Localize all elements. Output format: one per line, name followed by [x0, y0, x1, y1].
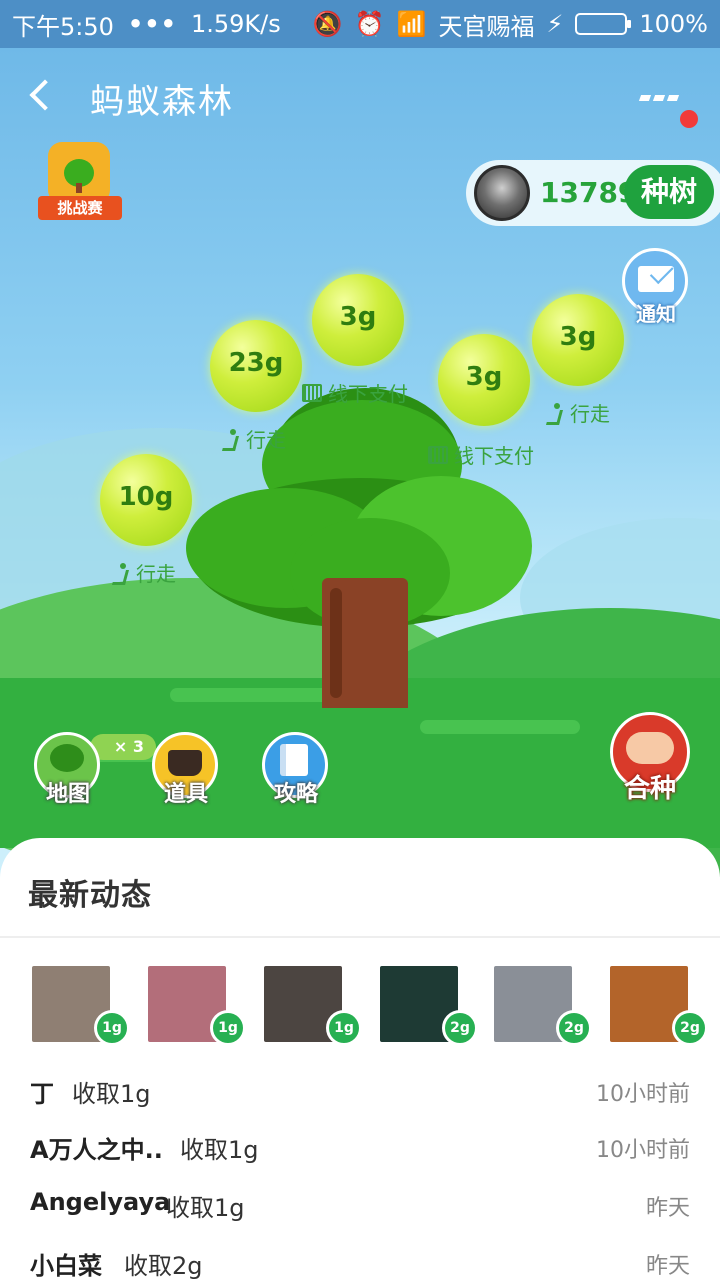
walk-icon — [110, 562, 130, 583]
timestamp: 10小时前 — [596, 1082, 690, 1107]
divider — [0, 936, 720, 938]
bubble-value: 23g — [228, 348, 284, 378]
friend-thumbnails: 1g 1g 1g 2g 2g 2g — [32, 966, 720, 1046]
ground-stripe — [420, 720, 580, 734]
map-label: 地图 — [45, 782, 90, 807]
top-nav: 蚂蚁森林 — [0, 48, 720, 144]
energy-bubble[interactable]: 3g — [312, 274, 404, 366]
bubble-source-tag: 行走 — [110, 558, 176, 587]
bubble-value: 10g — [118, 482, 174, 512]
energy-badge: 2g — [442, 1010, 478, 1046]
plant-tree-button[interactable]: 种树 — [624, 165, 714, 219]
feed-title: 最新动态 — [28, 878, 152, 913]
network-speed: 1.59K/s — [190, 10, 281, 38]
charging-icon: ⚡ — [546, 10, 564, 38]
barcode-icon — [302, 383, 322, 402]
timestamp: 10小时前 — [596, 1138, 690, 1163]
notification-label: 通知 — [636, 302, 676, 326]
friend-name: 小白菜 — [30, 1252, 102, 1280]
bubble-source-tag: 行走 — [544, 398, 610, 427]
carrier-name: 天官赐福 — [438, 12, 535, 41]
battery-percent: 100% — [639, 10, 708, 38]
magic-hat-icon — [168, 750, 202, 776]
props-label: 道具 — [163, 782, 208, 807]
battery-icon — [575, 13, 632, 35]
notification-button[interactable]: 通知 — [620, 248, 692, 328]
bubble-source-tag: 线下支付 — [428, 440, 534, 469]
friend-thumbnail[interactable]: 1g — [32, 966, 130, 1046]
energy-bubble[interactable]: 23g — [210, 320, 302, 412]
status-bar: 下午5:50 ••• 1.59K/s 🔕 ⏰ 📶 天官赐福 ⚡ 100% — [0, 0, 720, 48]
list-item[interactable]: 丁 收取1g 10小时前 — [0, 1062, 720, 1118]
guide-label: 攻略 — [273, 782, 318, 807]
energy-bubble[interactable]: 3g — [532, 294, 624, 386]
bubble-source-tag: 线下支付 — [302, 378, 408, 407]
friend-thumbnail[interactable]: 2g — [494, 966, 592, 1046]
collect-action: 收取1g — [166, 1194, 245, 1222]
walk-icon — [220, 428, 240, 449]
status-time: 下午5:50 — [12, 12, 114, 41]
avatar[interactable] — [474, 165, 530, 221]
envelope-icon — [638, 266, 674, 292]
bubble-source-label: 行走 — [136, 562, 176, 586]
friend-name: Angelyaya — [30, 1188, 171, 1216]
guide-button[interactable]: 攻略 — [256, 732, 336, 822]
collect-action: 收取1g — [180, 1136, 259, 1164]
bubble-source-label: 线下支付 — [454, 444, 534, 468]
alarm-icon: ⏰ — [354, 10, 385, 38]
friend-name: 丁 — [30, 1080, 54, 1108]
energy-badge: 2g — [672, 1010, 708, 1046]
map-button[interactable]: × 3 地图 — [28, 732, 156, 822]
badge-icon — [48, 142, 110, 204]
list-item[interactable]: A万人之中.. 收取1g 10小时前 — [0, 1118, 720, 1174]
challenge-badge[interactable]: 挑战赛 — [32, 142, 128, 228]
mute-icon: 🔕 — [312, 10, 343, 38]
challenge-label: 挑战赛 — [38, 196, 122, 220]
energy-badge: 1g — [326, 1010, 362, 1046]
timestamp: 昨天 — [645, 1254, 690, 1279]
back-icon[interactable] — [26, 78, 56, 114]
bubble-source-tag: 行走 — [220, 424, 286, 453]
friend-thumbnail[interactable]: 2g — [380, 966, 478, 1046]
energy-bubble[interactable]: 10g — [100, 454, 192, 546]
tree-icon — [50, 744, 84, 772]
collect-action: 收取1g — [72, 1080, 151, 1108]
co-plant-label: 合种 — [623, 774, 676, 804]
page-title: 蚂蚁森林 — [90, 82, 234, 122]
tree-icon — [64, 159, 94, 193]
bubble-source-label: 行走 — [570, 402, 610, 426]
barcode-icon — [428, 445, 448, 464]
friend-thumbnail[interactable]: 1g — [148, 966, 246, 1046]
bubble-value: 3g — [465, 362, 503, 392]
energy-badge: 1g — [94, 1010, 130, 1046]
list-item[interactable]: Angelyaya 收取1g 昨天 — [0, 1176, 720, 1232]
friend-thumbnail[interactable]: 1g — [264, 966, 362, 1046]
more-menu-icon[interactable] — [638, 86, 690, 108]
list-item[interactable]: 小白菜 收取2g 昨天 — [0, 1234, 720, 1280]
wifi-icon: 📶 — [396, 10, 427, 38]
collect-action: 收取2g — [124, 1252, 203, 1280]
timestamp: 昨天 — [645, 1196, 690, 1221]
props-button[interactable]: 道具 — [146, 732, 226, 822]
bubble-source-label: 行走 — [246, 428, 286, 452]
energy-bubble[interactable]: 3g — [438, 334, 530, 426]
friend-thumbnail[interactable]: 2g — [610, 966, 708, 1046]
status-dots: ••• — [127, 10, 177, 38]
bubble-source-label: 线下支付 — [328, 382, 408, 406]
tree-trunk-shade — [330, 588, 342, 698]
book-icon — [280, 744, 308, 776]
walk-icon — [544, 402, 564, 423]
friend-name: A万人之中.. — [30, 1136, 163, 1164]
people-icon — [626, 732, 674, 764]
unread-dot — [680, 110, 698, 128]
energy-badge: 1g — [210, 1010, 246, 1046]
co-plant-button[interactable]: 合种 — [608, 708, 692, 804]
bubble-value: 3g — [339, 302, 377, 332]
energy-panel: 13789g 种树 — [466, 160, 720, 226]
bubble-value: 3g — [559, 322, 597, 352]
energy-badge: 2g — [556, 1010, 592, 1046]
